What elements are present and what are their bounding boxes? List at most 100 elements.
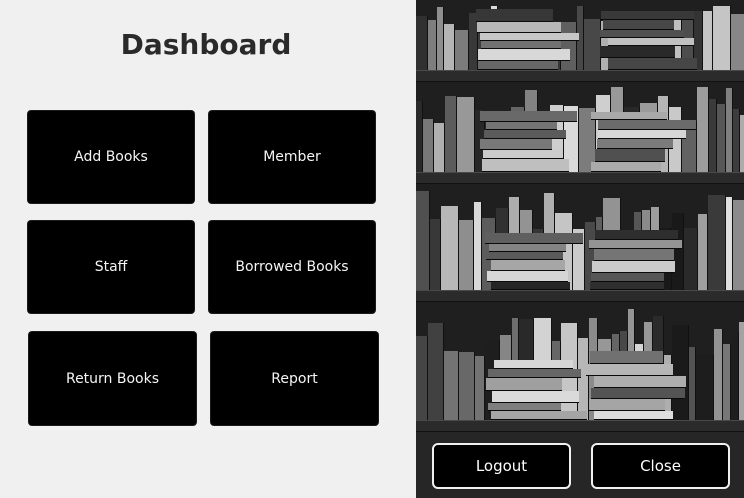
shelf-board xyxy=(416,70,744,82)
book-stack xyxy=(608,58,697,70)
book-stack xyxy=(486,252,563,260)
book-spine xyxy=(459,220,474,290)
report-label: Report xyxy=(271,370,318,387)
book-stack xyxy=(601,11,694,20)
book-stack xyxy=(592,261,675,273)
book-spine xyxy=(696,355,714,420)
logout-button[interactable]: Logout xyxy=(432,443,571,489)
book-stack xyxy=(595,149,665,162)
close-label: Close xyxy=(640,457,681,475)
book-spine xyxy=(684,228,698,290)
book-stack xyxy=(484,130,566,139)
staff-label: Staff xyxy=(94,259,128,275)
book-stack xyxy=(494,360,573,369)
book-stack xyxy=(590,282,664,290)
return-books-label: Return Books xyxy=(65,370,160,387)
book-spine xyxy=(430,219,441,290)
shelf-board xyxy=(416,290,744,302)
book-stack xyxy=(486,378,562,391)
book-stack xyxy=(608,38,694,46)
book-stack xyxy=(589,240,682,249)
book-spine xyxy=(434,123,445,172)
member-button[interactable]: Member xyxy=(209,111,375,203)
book-spine xyxy=(726,88,733,172)
book-spine xyxy=(726,197,733,290)
book-spine xyxy=(459,352,475,420)
book-spine xyxy=(697,87,709,172)
book-spine xyxy=(740,115,744,172)
book-stack xyxy=(594,249,674,261)
borrowed-books-button[interactable]: Borrowed Books xyxy=(209,221,375,313)
shelf-board xyxy=(416,172,744,184)
book-spine xyxy=(474,202,482,290)
book-stack xyxy=(478,61,558,70)
shelf-board xyxy=(416,420,744,432)
book-spine xyxy=(713,6,731,70)
book-stack xyxy=(591,162,661,172)
book-spine xyxy=(428,20,437,70)
report-button[interactable]: Report xyxy=(211,332,378,425)
book-spine xyxy=(457,97,475,172)
book-spine xyxy=(416,101,423,172)
book-stack xyxy=(591,273,664,282)
book-spine xyxy=(708,195,726,290)
book-spine xyxy=(733,109,740,172)
book-stack xyxy=(480,33,579,41)
add-books-label: Add Books xyxy=(74,149,148,165)
book-stack xyxy=(597,139,673,149)
book-spine xyxy=(444,351,459,420)
book-stack xyxy=(491,282,570,290)
book-spine xyxy=(475,356,485,420)
book-spine xyxy=(578,338,589,420)
book-spine xyxy=(703,11,713,70)
book-spine xyxy=(561,22,577,70)
book-spine xyxy=(416,336,428,420)
book-stack xyxy=(488,369,581,378)
book-spine xyxy=(441,206,459,290)
book-spine xyxy=(698,214,708,290)
book-spine xyxy=(437,7,444,70)
book-stack xyxy=(603,20,674,30)
book-stack xyxy=(486,122,557,130)
member-label: Member xyxy=(263,149,321,165)
book-spine xyxy=(584,19,601,70)
book-spine xyxy=(428,323,444,420)
book-spine xyxy=(444,24,455,70)
book-stack xyxy=(591,112,667,120)
book-spine xyxy=(416,191,430,290)
book-stack xyxy=(478,49,570,61)
book-stack xyxy=(480,139,552,150)
book-stack xyxy=(590,351,663,364)
book-stack xyxy=(477,22,561,33)
book-spine xyxy=(672,325,689,420)
bookshelf-art xyxy=(416,0,744,498)
book-stack xyxy=(491,260,565,271)
book-stack xyxy=(492,391,579,403)
book-stack xyxy=(586,364,673,376)
book-spine xyxy=(739,322,744,420)
book-spine xyxy=(714,329,723,420)
book-stack xyxy=(485,233,583,244)
close-button[interactable]: Close xyxy=(591,443,730,489)
add-books-button[interactable]: Add Books xyxy=(28,111,194,203)
book-stack xyxy=(594,411,673,420)
book-spine xyxy=(717,104,726,172)
book-stack xyxy=(489,244,566,252)
book-stack xyxy=(480,111,577,122)
book-stack xyxy=(594,376,686,388)
book-stack xyxy=(598,130,686,139)
book-stack xyxy=(589,399,665,411)
book-stack xyxy=(476,9,553,22)
book-stack xyxy=(595,230,678,240)
book-stack xyxy=(591,388,685,399)
book-spine xyxy=(709,99,717,172)
return-books-button[interactable]: Return Books xyxy=(29,332,196,425)
book-stack xyxy=(598,120,696,130)
staff-button[interactable]: Staff xyxy=(28,221,194,313)
dashboard-panel: Dashboard Add Books Member Staff Borrowe… xyxy=(0,0,416,498)
logout-label: Logout xyxy=(475,457,528,475)
book-stack xyxy=(488,403,561,411)
book-stack xyxy=(483,150,563,159)
book-stack xyxy=(481,41,561,49)
book-spine xyxy=(445,96,457,172)
